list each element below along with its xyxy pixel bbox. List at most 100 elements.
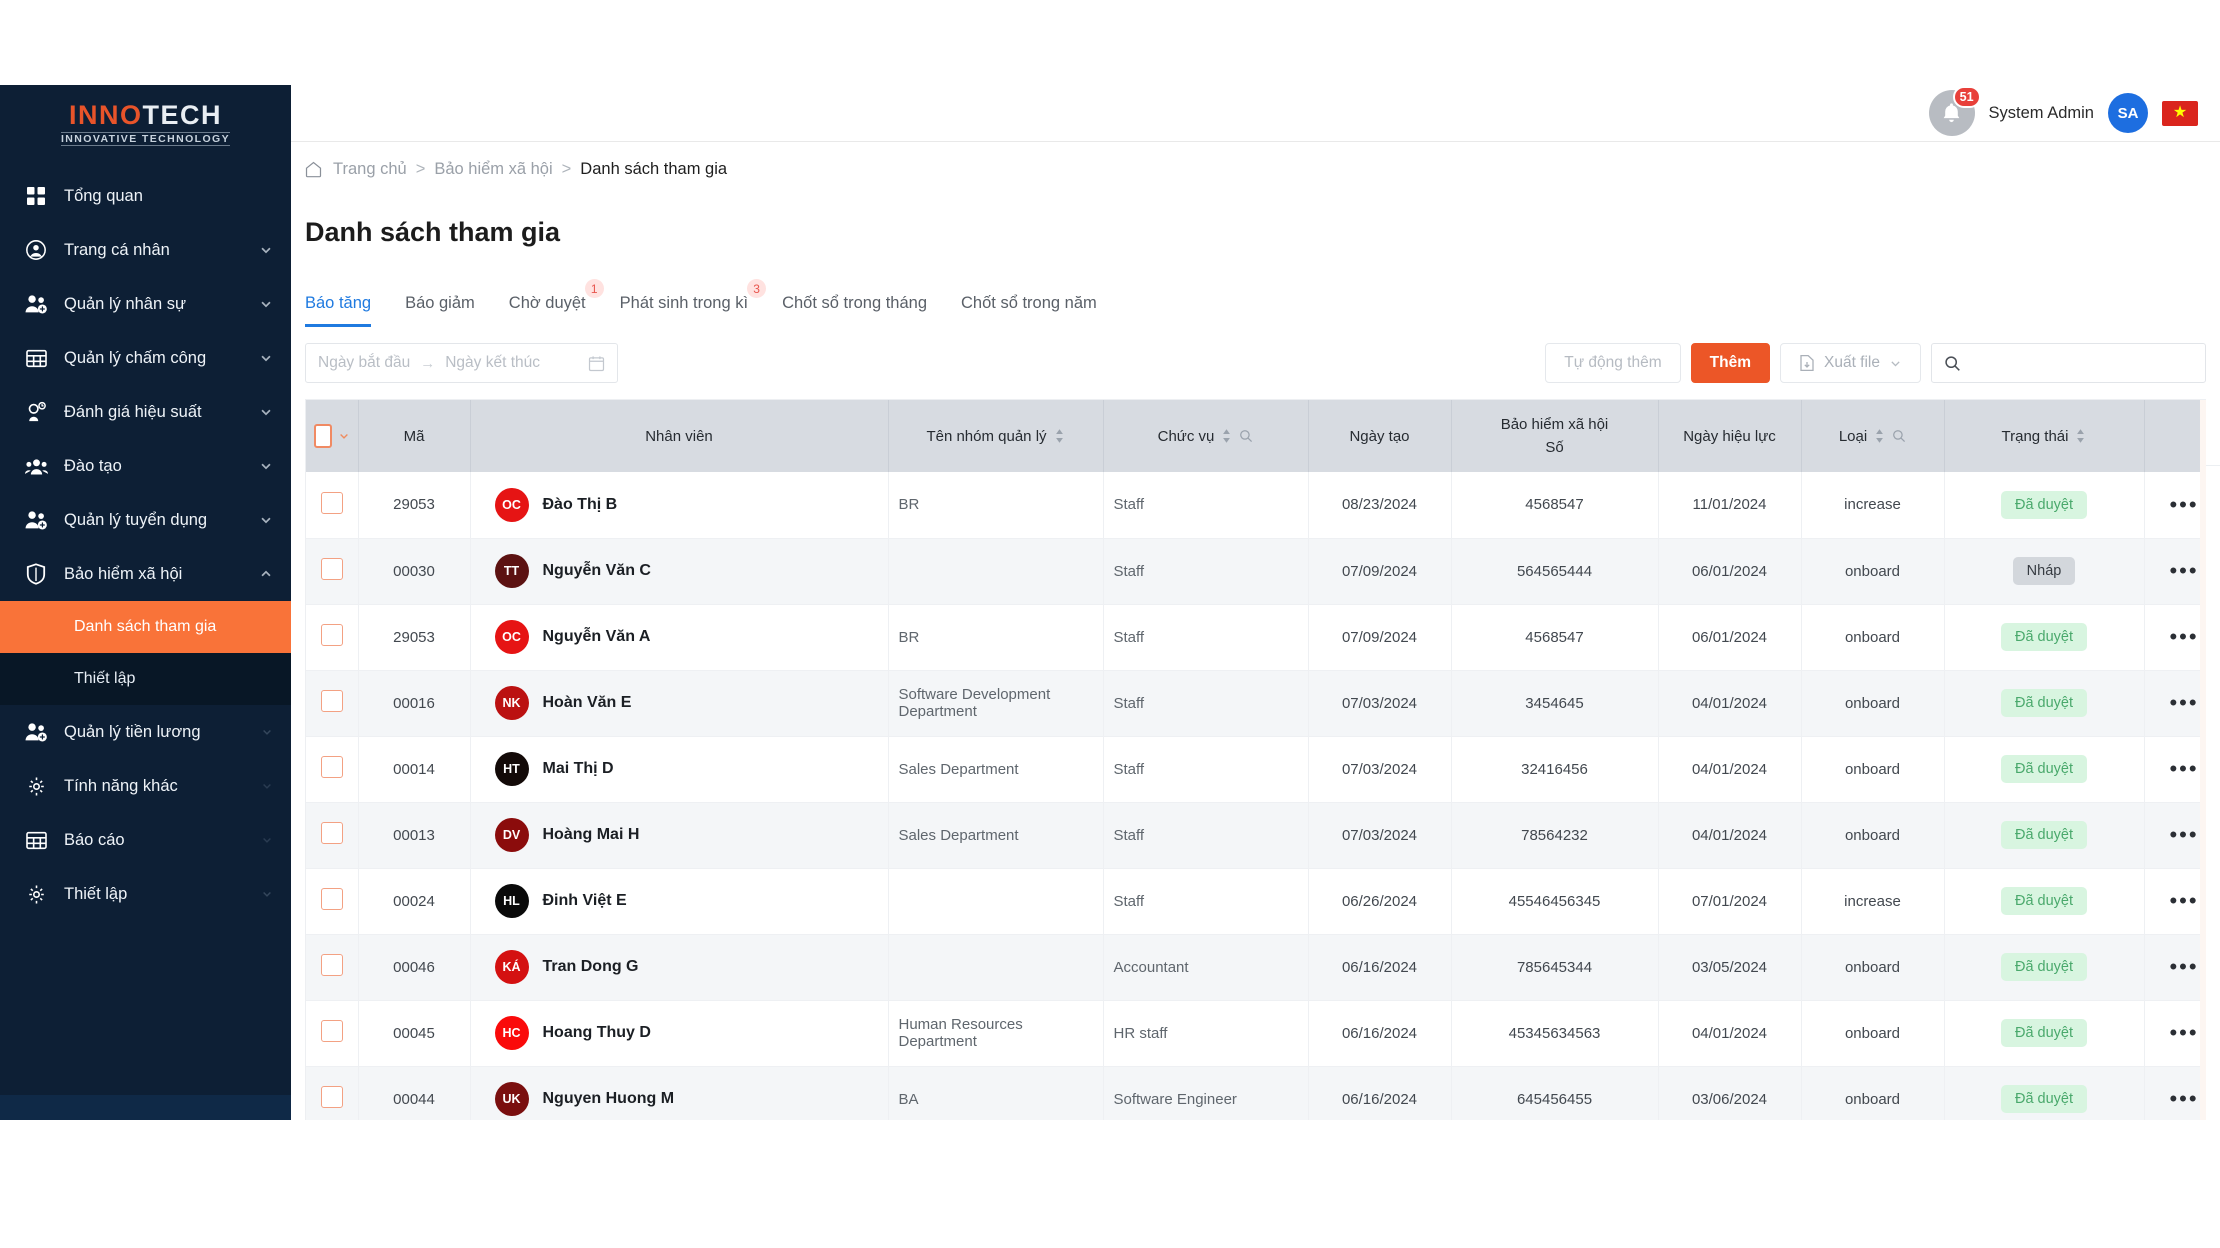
row-select-cell[interactable] xyxy=(306,1000,359,1067)
row-select-cell[interactable] xyxy=(306,538,359,605)
table-row[interactable]: 00046 KÁ Tran Dong G Accountant 06/16/2024 78… xyxy=(306,934,2206,1001)
column-ten-nhom-quan-ly[interactable]: Tên nhóm quản lý xyxy=(888,400,1104,473)
row-select-cell[interactable] xyxy=(306,604,359,671)
row-checkbox[interactable] xyxy=(320,690,343,713)
chevron-down-icon[interactable] xyxy=(259,513,273,527)
column-select-all[interactable] xyxy=(306,400,359,473)
row-checkbox[interactable] xyxy=(320,1086,343,1109)
sort-icon[interactable] xyxy=(1221,428,1232,444)
row-checkbox[interactable] xyxy=(320,558,343,581)
tab-chot-so-trong-nam[interactable]: Chốt sổ trong năm xyxy=(961,288,1121,327)
table-row[interactable]: 00013 DV Hoàng Mai H Sales Department Staff 0… xyxy=(306,802,2206,869)
sidebar-item-thiet-lap[interactable]: Thiết lập xyxy=(0,867,291,921)
row-select-cell[interactable] xyxy=(306,670,359,737)
column-chuc-vu[interactable]: Chức vụ xyxy=(1103,400,1309,473)
sidebar-item-danh-sach-tham-gia[interactable]: Danh sách tham gia xyxy=(0,601,291,653)
table-row[interactable]: 00024 HL Đinh Việt E Staff 06/26/2024 4554645… xyxy=(306,868,2206,935)
row-actions-menu-icon[interactable]: ••• xyxy=(2169,1020,2198,1045)
sidebar-item-danh-gia-hieu-suat[interactable]: Đánh giá hiệu suất xyxy=(0,385,291,439)
chevron-down-icon[interactable] xyxy=(259,405,273,419)
row-actions-menu-icon[interactable]: ••• xyxy=(2169,888,2198,913)
chevron-down-icon[interactable] xyxy=(261,780,273,792)
column-ma[interactable]: Mã xyxy=(358,400,471,473)
chevron-down-icon[interactable] xyxy=(261,834,273,846)
row-checkbox[interactable] xyxy=(320,624,343,647)
row-select-cell[interactable] xyxy=(306,802,359,869)
breadcrumb-parent[interactable]: Bảo hiểm xã hội xyxy=(434,160,552,179)
row-checkbox[interactable] xyxy=(320,954,343,977)
chevron-down-icon[interactable] xyxy=(259,351,273,365)
table-row[interactable]: 29053 OC Nguyễn Văn A BR Staff 07/09/2024 4568… xyxy=(306,604,2206,671)
column-nhan-vien[interactable]: Nhân viên xyxy=(470,400,889,473)
row-actions-menu-icon[interactable]: ••• xyxy=(2169,1086,2198,1111)
sidebar-item-bao-cao[interactable]: Báo cáo xyxy=(0,813,291,867)
avatar[interactable]: SA xyxy=(2108,93,2148,133)
column-ngay-hieu-luc[interactable]: Ngày hiệu lực xyxy=(1658,400,1802,473)
notification-button[interactable]: 51 xyxy=(1928,86,1981,136)
cell-actions[interactable]: ••• xyxy=(2144,472,2206,539)
row-actions-menu-icon[interactable]: ••• xyxy=(2169,756,2198,781)
sidebar-item-quan-ly-cham-cong[interactable]: Quản lý chấm công xyxy=(0,331,291,385)
cell-actions[interactable]: ••• xyxy=(2144,736,2206,803)
search-icon[interactable] xyxy=(1239,429,1253,443)
sidebar-item-thiet-lap-bh[interactable]: Thiết lập xyxy=(0,653,291,705)
sort-icon[interactable] xyxy=(2075,428,2086,444)
tab-cho-duyet[interactable]: Chờ duyệt 1 xyxy=(509,279,610,327)
tab-bao-tang[interactable]: Báo tăng xyxy=(305,288,395,328)
row-checkbox[interactable] xyxy=(320,756,343,779)
row-select-cell[interactable] xyxy=(306,472,359,539)
column-ngay-tao[interactable]: Ngày tạo xyxy=(1308,400,1452,473)
cell-actions[interactable]: ••• xyxy=(2144,868,2206,935)
sidebar-item-quan-ly-tuyen-dung[interactable]: Quản lý tuyển dụng xyxy=(0,493,291,547)
chevron-down-icon[interactable] xyxy=(261,726,273,738)
sidebar-item-bao-hiem-xa-hoi[interactable]: Bảo hiểm xã hội xyxy=(0,547,291,601)
row-checkbox[interactable] xyxy=(320,888,343,911)
row-select-cell[interactable] xyxy=(306,934,359,1001)
sidebar-item-quan-ly-nhan-su[interactable]: Quản lý nhân sự xyxy=(0,277,291,331)
add-button[interactable]: Thêm xyxy=(1690,343,1770,384)
language-flag-icon[interactable]: ★ xyxy=(2162,100,2198,126)
tab-phat-sinh-trong-ki[interactable]: Phát sinh trong kì 3 xyxy=(620,279,772,327)
column-bao-hiem-xa-hoi-so[interactable]: Bảo hiểm xã hội Số xyxy=(1451,400,1659,473)
tab-bao-giam[interactable]: Báo giảm xyxy=(405,288,499,327)
row-select-cell[interactable] xyxy=(306,736,359,803)
sidebar-item-tinh-nang-khac[interactable]: Tính năng khác xyxy=(0,759,291,813)
row-actions-menu-icon[interactable]: ••• xyxy=(2169,690,2198,715)
cell-actions[interactable]: ••• xyxy=(2144,802,2206,869)
table-row[interactable]: 00030 TT Nguyễn Văn C Staff 07/09/2024 564565… xyxy=(306,538,2206,605)
table-row[interactable]: 00045 HC Hoang Thuy D Human Resources Depar… xyxy=(306,1000,2206,1067)
tab-chot-so-trong-thang[interactable]: Chốt sổ trong tháng xyxy=(782,288,951,327)
row-select-cell[interactable] xyxy=(306,868,359,935)
row-actions-menu-icon[interactable]: ••• xyxy=(2169,954,2198,979)
row-actions-menu-icon[interactable]: ••• xyxy=(2169,492,2198,517)
search-icon[interactable] xyxy=(1892,429,1906,443)
date-range-picker[interactable]: Ngày bắt đầu → Ngày kết thúc xyxy=(305,343,618,384)
breadcrumb-home[interactable]: Trang chủ xyxy=(333,160,407,179)
table-row[interactable]: 29053 OC Đào Thị B BR Staff 08/23/2024 4568547… xyxy=(306,472,2206,539)
chevron-down-icon[interactable] xyxy=(259,459,273,473)
row-checkbox[interactable] xyxy=(320,822,343,845)
table-row[interactable]: 00016 NK Hoàn Văn E Software Development De… xyxy=(306,670,2206,737)
cell-actions[interactable]: ••• xyxy=(2144,934,2206,1001)
cell-actions[interactable]: ••• xyxy=(2144,670,2206,737)
sort-icon[interactable] xyxy=(1054,428,1065,444)
sidebar-item-dao-tao[interactable]: Đào tạo xyxy=(0,439,291,493)
home-icon[interactable] xyxy=(305,161,322,178)
chevron-down-icon[interactable] xyxy=(259,243,273,257)
chevron-up-icon[interactable] xyxy=(259,567,273,581)
sidebar-item-trang-ca-nhan[interactable]: Trang cá nhân xyxy=(0,223,291,277)
cell-actions[interactable]: ••• xyxy=(2144,604,2206,671)
select-all-checkbox[interactable] xyxy=(314,424,332,449)
export-file-button[interactable]: Xuất file xyxy=(1779,343,1921,384)
sort-icon[interactable] xyxy=(1874,428,1885,444)
search-box[interactable] xyxy=(1931,343,2206,384)
sidebar-item-quan-ly-tien-luong[interactable]: Quản lý tiền lương xyxy=(0,705,291,759)
sidebar-item-tong-quan[interactable]: Tổng quan xyxy=(0,169,291,223)
cell-actions[interactable]: ••• xyxy=(2144,538,2206,605)
row-checkbox[interactable] xyxy=(320,491,343,514)
row-actions-menu-icon[interactable]: ••• xyxy=(2169,822,2198,847)
row-actions-menu-icon[interactable]: ••• xyxy=(2169,624,2198,649)
search-input[interactable] xyxy=(1970,353,2193,373)
chevron-down-icon[interactable] xyxy=(259,297,273,311)
column-trang-thai[interactable]: Trạng thái xyxy=(1944,400,2145,473)
